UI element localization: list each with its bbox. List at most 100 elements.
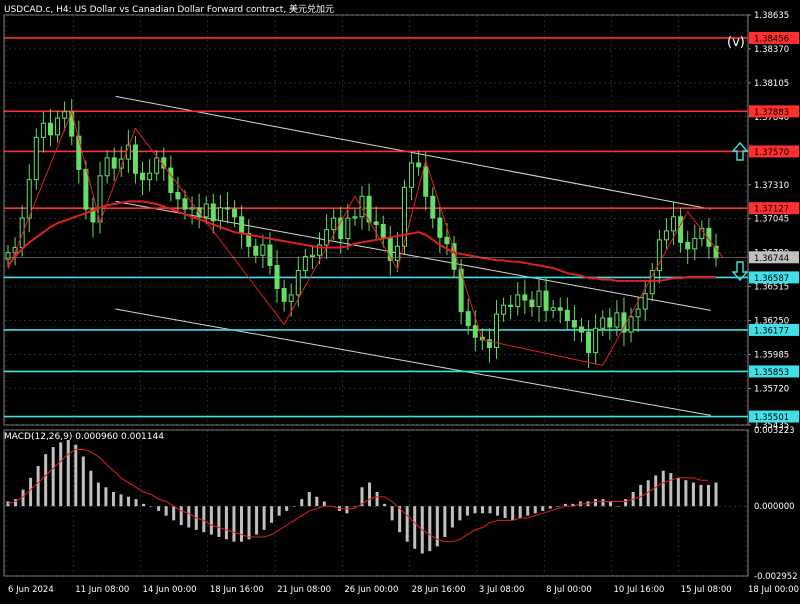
macd-bar bbox=[74, 444, 78, 507]
support-level-label: 1.36587 bbox=[754, 274, 789, 284]
macd-bar bbox=[224, 506, 228, 540]
resistance-level-label: 1.37570 bbox=[754, 148, 789, 158]
candle-body bbox=[154, 157, 160, 174]
candle-body bbox=[607, 317, 613, 328]
macd-bar bbox=[465, 506, 469, 516]
macd-bar bbox=[187, 506, 191, 528]
chart-title: USDCAD.c, H4: US Dollar vs Canadian Doll… bbox=[4, 5, 335, 15]
macd-bar bbox=[157, 506, 161, 511]
y-tick-label: 1.38105 bbox=[754, 79, 789, 89]
macd-bar bbox=[111, 492, 115, 507]
macd-bar bbox=[59, 442, 63, 507]
x-tick-label: 6 Jun 2024 bbox=[8, 585, 54, 595]
candle-body bbox=[83, 168, 89, 210]
candles bbox=[5, 98, 719, 368]
candle-body bbox=[564, 309, 570, 322]
candle-body bbox=[451, 243, 457, 270]
candle-body bbox=[147, 172, 153, 181]
candle-body bbox=[260, 244, 266, 256]
candle-body bbox=[168, 167, 174, 193]
macd-bar bbox=[51, 447, 55, 507]
macd-bar bbox=[601, 499, 605, 507]
candle-body bbox=[536, 290, 542, 307]
x-tick-label: 15 Jul 08:00 bbox=[681, 585, 732, 595]
candle-body bbox=[529, 299, 535, 307]
macd-bar bbox=[548, 506, 552, 509]
candle-body bbox=[593, 327, 599, 354]
candle-body bbox=[267, 244, 273, 266]
candle-body bbox=[600, 317, 606, 329]
macd-bar bbox=[14, 499, 18, 507]
macd-bar bbox=[104, 487, 108, 507]
candle-body bbox=[47, 122, 53, 136]
candle-body bbox=[189, 207, 195, 210]
candle-body bbox=[140, 172, 146, 181]
candle-body bbox=[182, 198, 188, 210]
candle-body bbox=[161, 157, 167, 169]
macd-y-tick-label: -0.002952 bbox=[754, 572, 798, 582]
macd-bar bbox=[232, 506, 236, 542]
macd-bar bbox=[593, 499, 597, 507]
v-badge[interactable]: (v) bbox=[727, 35, 745, 50]
macd-bar bbox=[405, 506, 409, 542]
y-tick-label: 1.37310 bbox=[754, 181, 789, 191]
macd-bar bbox=[375, 492, 379, 507]
macd-bar bbox=[714, 482, 718, 507]
candle-body bbox=[309, 254, 315, 258]
candle-body bbox=[295, 270, 301, 296]
candle-body bbox=[522, 294, 528, 301]
x-tick-label: 3 Jul 08:00 bbox=[479, 585, 525, 595]
channel-line bbox=[115, 200, 711, 311]
candle-body bbox=[430, 195, 436, 219]
macd-bar bbox=[473, 506, 477, 514]
candle-body bbox=[692, 238, 698, 250]
macd-bar bbox=[676, 477, 680, 507]
candle-body bbox=[416, 162, 422, 168]
macd-bar bbox=[390, 506, 394, 521]
macd-bar bbox=[66, 440, 70, 507]
candle-body bbox=[373, 221, 379, 225]
candle-body bbox=[345, 217, 351, 240]
candle-body bbox=[111, 157, 117, 169]
y-tick-label: 1.35720 bbox=[754, 384, 789, 394]
candle-body bbox=[437, 217, 443, 238]
candle-body bbox=[302, 256, 308, 272]
candle-body bbox=[557, 307, 563, 311]
macd-bar bbox=[345, 506, 349, 514]
chart-canvas[interactable]: 6 Jun 2024 11 Jun 08:00 14 Jun 00:00 18 Jun… bbox=[0, 0, 800, 600]
candle-body bbox=[5, 252, 11, 260]
candle-body bbox=[324, 229, 330, 246]
candle-body bbox=[628, 316, 634, 333]
candle-body bbox=[685, 241, 691, 250]
x-tick-label: 11 Jun 08:00 bbox=[75, 585, 129, 595]
candle-body bbox=[571, 320, 577, 328]
support-level-label: 1.35501 bbox=[754, 413, 789, 423]
resistance-level-label: 1.38456 bbox=[754, 34, 789, 44]
macd-bar bbox=[699, 484, 703, 507]
trend-channel bbox=[115, 95, 711, 416]
macd-bar bbox=[541, 506, 545, 511]
macd-bar bbox=[270, 506, 274, 523]
candle-body bbox=[203, 203, 209, 218]
macd-bar bbox=[307, 492, 311, 507]
macd-bar bbox=[413, 506, 417, 549]
chart-window[interactable]: 6 Jun 2024 11 Jun 08:00 14 Jun 00:00 18 Jun… bbox=[0, 0, 800, 600]
candle-body bbox=[423, 166, 429, 197]
x-tick-label: 18 Jul 00:00 bbox=[748, 585, 799, 595]
macd-bar bbox=[127, 496, 131, 507]
macd-bar bbox=[44, 454, 48, 507]
macd-bar bbox=[89, 470, 93, 507]
candle-body bbox=[550, 307, 556, 311]
macd-bar bbox=[29, 477, 33, 507]
macd-bar bbox=[518, 506, 522, 519]
candle-body bbox=[281, 288, 287, 302]
macd-bar bbox=[488, 506, 492, 514]
macd-title: MACD(12,26,9) 0.000960 0.001144 bbox=[4, 432, 164, 442]
macd-bar bbox=[669, 473, 673, 507]
macd-bar bbox=[315, 496, 319, 507]
macd-bar bbox=[239, 506, 243, 542]
candle-body bbox=[678, 216, 684, 243]
macd-bar bbox=[172, 506, 176, 521]
candle-body bbox=[472, 325, 478, 338]
macd-bar bbox=[292, 506, 296, 507]
